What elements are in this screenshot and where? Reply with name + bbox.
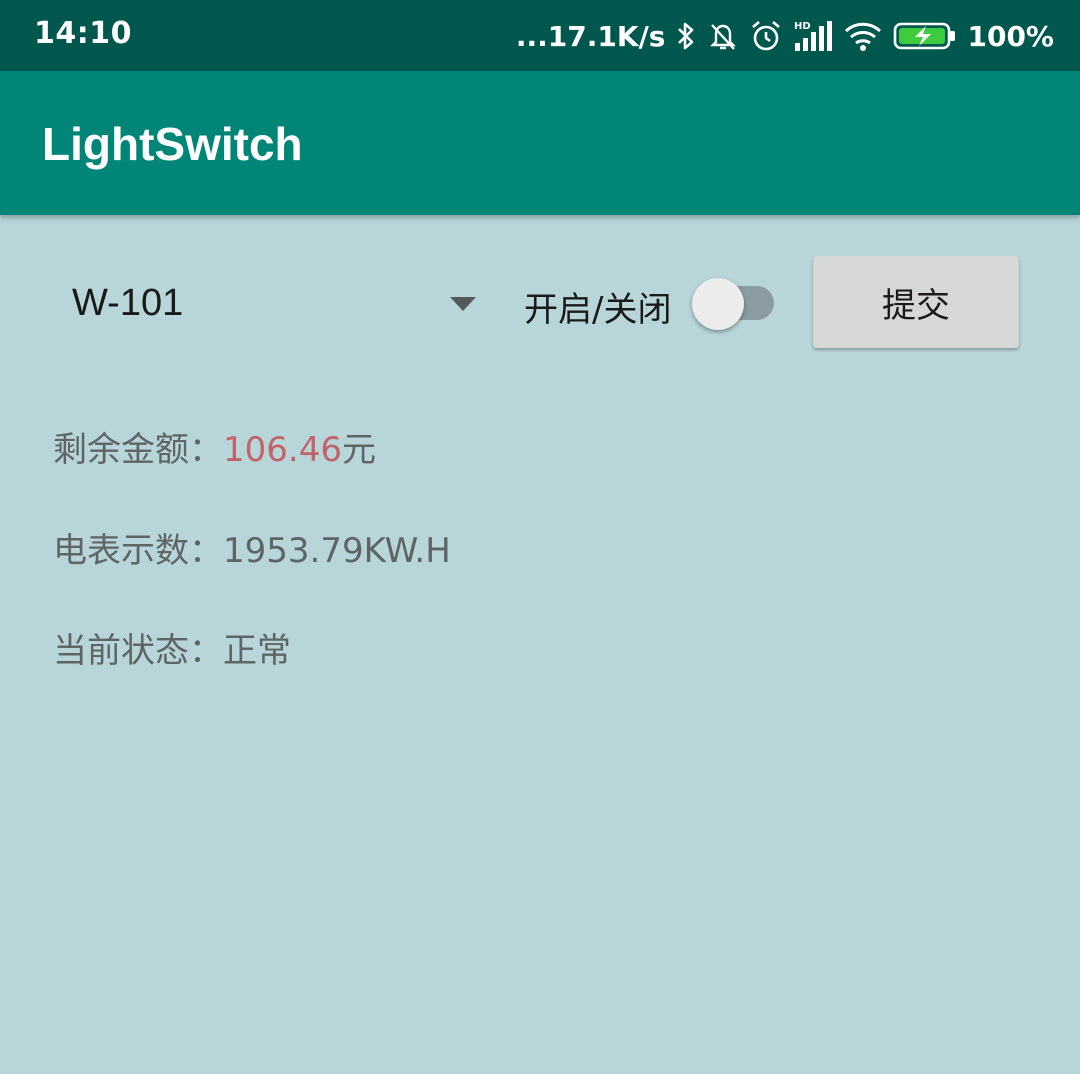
status-time: 14:10 bbox=[34, 16, 132, 51]
signal-icon: HD bbox=[793, 19, 833, 53]
status-row: 当前状态：正常 bbox=[53, 623, 291, 672]
network-speed: ...17.1K/s bbox=[515, 19, 666, 53]
balance-value: 106.46 bbox=[223, 430, 342, 470]
balance-row: 剩余金额：106.46元 bbox=[53, 422, 376, 471]
status-icons: ...17.1K/s HD 100% bbox=[516, 14, 1054, 58]
battery-percent: 100% bbox=[967, 19, 1054, 53]
bluetooth-icon bbox=[675, 20, 697, 52]
dropdown-arrow-icon bbox=[450, 296, 476, 315]
alarm-icon bbox=[749, 19, 783, 53]
meter-row: 电表示数：1953.79KW.H bbox=[53, 523, 451, 572]
room-spinner[interactable]: W-101 bbox=[56, 262, 486, 346]
power-toggle-switch[interactable] bbox=[690, 276, 778, 332]
meter-label: 电表示数： bbox=[53, 531, 223, 571]
bell-off-icon bbox=[707, 20, 739, 52]
balance-label: 剩余金额： bbox=[53, 430, 223, 470]
submit-button[interactable]: 提交 bbox=[813, 256, 1019, 348]
status-bar: 14:10 ...17.1K/s HD 100% bbox=[0, 0, 1080, 71]
wifi-icon bbox=[843, 20, 883, 52]
status-value: 正常 bbox=[223, 631, 291, 671]
switch-thumb bbox=[692, 278, 744, 330]
spinner-selected-value: W-101 bbox=[72, 282, 184, 324]
network-type-label: HD bbox=[794, 21, 811, 32]
switch-label: 开启/关闭 bbox=[524, 290, 672, 330]
app-bar: LightSwitch bbox=[0, 71, 1080, 215]
balance-unit: 元 bbox=[341, 430, 376, 470]
app-title: LightSwitch bbox=[42, 118, 303, 170]
status-label: 当前状态： bbox=[53, 631, 223, 671]
meter-value: 1953.79KW.H bbox=[223, 531, 451, 571]
battery-charging-icon bbox=[893, 21, 957, 51]
